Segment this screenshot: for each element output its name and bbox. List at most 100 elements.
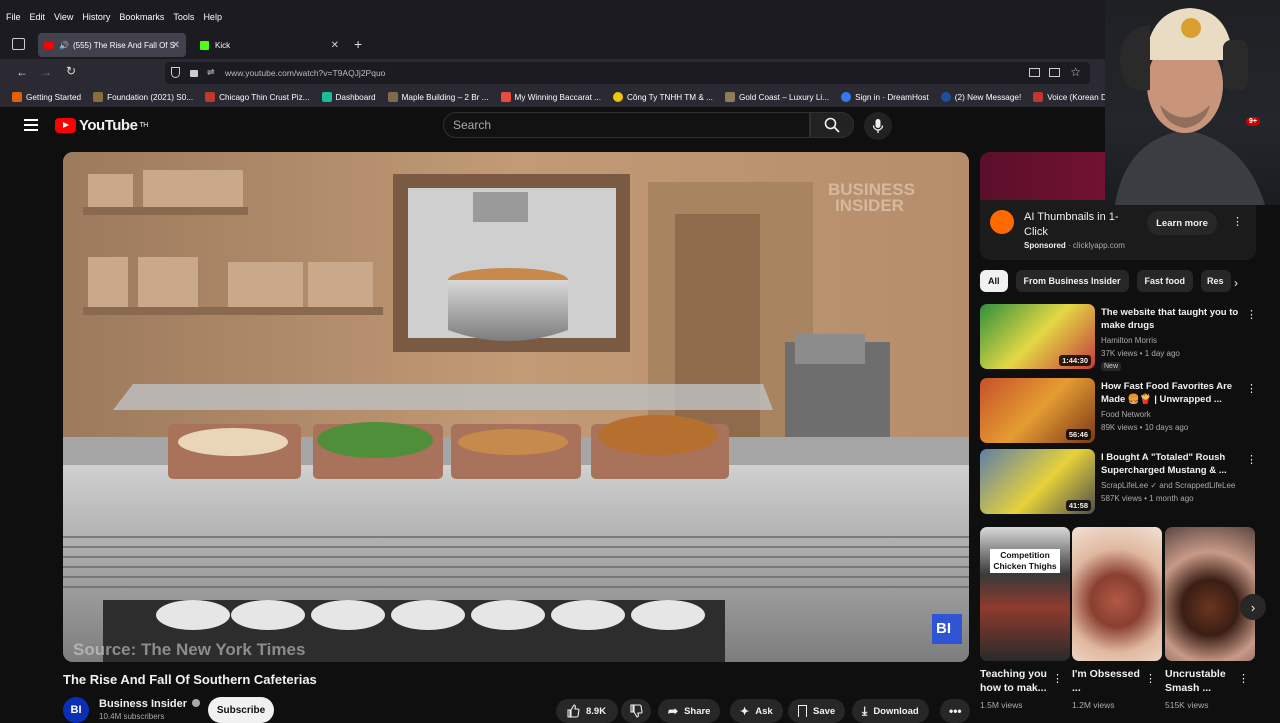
menu-history[interactable]: History (82, 12, 110, 22)
search-input[interactable]: Search (443, 112, 810, 138)
webcam-overlay: 9+ (1105, 0, 1280, 205)
url-text[interactable]: www.youtube.com/watch?v=T9AQJj2Pquo (225, 68, 385, 78)
bookmark-item[interactable]: (2) New Message! (940, 92, 1021, 102)
bookmark-item[interactable]: My Winning Baccarat ... (500, 92, 601, 102)
more-vertical-icon[interactable]: ⋮ (1145, 672, 1156, 685)
share-button[interactable]: ➦ Share (658, 699, 721, 723)
bookmark-item[interactable]: Công Ty TNHH TM & ... (612, 92, 713, 102)
sneeze-guard (113, 384, 773, 410)
video-thumbnail[interactable]: 1:44:30 (980, 304, 1095, 369)
like-button[interactable]: 8.9K (556, 699, 618, 723)
logo-text: YouTube (79, 117, 138, 134)
bookmark-item[interactable]: Getting Started (12, 92, 81, 102)
more-vertical-icon[interactable]: ⋮ (1246, 453, 1257, 466)
recommendation-channel[interactable]: ScrapLifeLee ✓ and ScrappedLifeLee (1101, 481, 1235, 490)
short-thumbnail[interactable] (1165, 527, 1255, 661)
screenshot-icon[interactable] (1049, 68, 1060, 77)
short-title[interactable]: I'm Obsessed ... (1072, 667, 1144, 695)
ad-domain: clicklyapp.com (1072, 241, 1125, 250)
more-actions-button[interactable]: ••• (940, 699, 970, 723)
tab-bar: 🔊 (555) The Rise And Fall Of S ✕ Kick ✕ … (0, 33, 1280, 59)
close-icon[interactable]: ✕ (172, 40, 180, 51)
short-views: 1.2M views (1072, 700, 1115, 710)
recommendation-channel[interactable]: Food Network (1101, 410, 1151, 419)
video-player[interactable]: BUSINESS INSIDER Source: The New York Ti… (63, 152, 969, 662)
menu-help[interactable]: Help (203, 12, 222, 22)
reader-icon[interactable] (1029, 68, 1040, 77)
short-thumbnail[interactable] (1072, 527, 1162, 661)
channel-avatar[interactable]: BI (63, 697, 89, 723)
pot (448, 280, 568, 341)
menu-tools[interactable]: Tools (173, 12, 194, 22)
bookmark-item[interactable]: Foundation (2021) S0... (93, 92, 193, 102)
url-bar[interactable]: ⇌ www.youtube.com/watch?v=T9AQJj2Pquo ☆ (165, 62, 1090, 84)
back-icon[interactable]: ← (16, 65, 28, 79)
more-vertical-icon[interactable]: ⋮ (1246, 382, 1257, 395)
more-vertical-icon[interactable]: ⋮ (1052, 672, 1063, 685)
tab-list-icon[interactable] (12, 38, 25, 50)
star-icon[interactable]: ☆ (1070, 65, 1081, 79)
chip-all[interactable]: All (980, 270, 1008, 292)
tab-kick[interactable]: Kick ✕ (197, 33, 345, 57)
bookmark-item[interactable]: Chicago Thin Crust Piz... (205, 92, 310, 102)
save-button[interactable]: Save (788, 699, 846, 723)
chip-recent[interactable]: Res (1201, 270, 1232, 292)
permissions-icon[interactable]: ⇌ (207, 67, 215, 78)
shorts-next-button[interactable]: › (1240, 594, 1266, 620)
lock-icon[interactable] (190, 70, 198, 77)
menu-file[interactable]: File (6, 12, 21, 22)
menu-icon[interactable] (24, 119, 38, 131)
chip-fast-food[interactable]: Fast food (1136, 270, 1194, 292)
recommendation-item[interactable]: 41:58 I Bought A "Totaled" Roush Superch… (980, 449, 1270, 515)
youtube-logo[interactable]: YouTube TH (55, 117, 148, 134)
source-caption: Source: The New York Times (73, 640, 306, 659)
bookmark-item[interactable]: Maple Building – 2 Br ... (387, 92, 489, 102)
reload-icon[interactable]: ↻ (66, 64, 76, 78)
download-button[interactable]: ⤓ Download (852, 699, 929, 723)
video-thumbnail[interactable]: 41:58 (980, 449, 1095, 514)
more-vertical-icon[interactable]: ⋮ (1246, 308, 1257, 321)
menu-bookmarks[interactable]: Bookmarks (119, 12, 164, 22)
duration-badge: 56:46 (1065, 429, 1091, 440)
bookmark-label: Maple Building – 2 Br ... (401, 92, 489, 102)
bookmark-item[interactable]: Dashboard (321, 92, 376, 102)
recommendation-title[interactable]: The website that taught you to make drug… (1101, 306, 1253, 332)
short-thumbnail[interactable]: Competition Chicken Thighs (980, 527, 1070, 661)
shield-icon[interactable] (171, 67, 180, 78)
recommendation-title[interactable]: How Fast Food Favorites Are Made 🍔🍟 | Un… (1101, 380, 1253, 406)
short-title[interactable]: Teaching you how to mak... (980, 667, 1052, 695)
short-title[interactable]: Uncrustable Smash ... (1165, 667, 1237, 695)
youtube-header: YouTube TH Search (0, 107, 1280, 147)
video-thumbnail[interactable]: 56:46 (980, 378, 1095, 443)
speaker-icon[interactable]: 🔊 (59, 41, 69, 50)
close-icon[interactable]: ✕ (331, 40, 339, 51)
channel-name[interactable]: Business Insider (99, 698, 201, 710)
menu-edit[interactable]: Edit (30, 12, 46, 22)
voice-search-button[interactable] (864, 112, 892, 140)
more-vertical-icon[interactable]: ⋮ (1238, 672, 1249, 685)
bookmark-item[interactable]: Gold Coast – Luxury Li... (724, 92, 829, 102)
shelf-left (83, 207, 248, 215)
more-vertical-icon[interactable]: ⋮ (1232, 215, 1243, 228)
dislike-button[interactable] (621, 699, 651, 723)
chip-from-business-insider[interactable]: From Business Insider (1015, 270, 1129, 292)
ask-button[interactable]: ✦ Ask (730, 699, 783, 723)
recommendation-meta: 89K views • 10 days ago (1101, 423, 1189, 432)
subscribe-button[interactable]: Subscribe (208, 697, 274, 723)
search-button[interactable] (810, 112, 854, 138)
bookmark-item[interactable]: Sign in · DreamHost (841, 92, 929, 102)
recommendation-title[interactable]: I Bought A "Totaled" Roush Supercharged … (1101, 451, 1253, 477)
bookmark-favicon-icon (321, 92, 332, 102)
menu-view[interactable]: View (54, 12, 73, 22)
recommendation-channel[interactable]: Hamilton Morris (1101, 336, 1157, 345)
thumbs-down-icon (630, 704, 643, 718)
tab-youtube[interactable]: 🔊 (555) The Rise And Fall Of S ✕ (38, 33, 186, 57)
forward-icon[interactable]: → (40, 65, 52, 79)
short-views: 1.5M views (980, 700, 1023, 710)
chevron-right-icon[interactable]: › (1234, 276, 1238, 290)
recommendation-item[interactable]: 1:44:30 The website that taught you to m… (980, 304, 1270, 371)
recommendation-item[interactable]: 56:46 How Fast Food Favorites Are Made 🍔… (980, 378, 1270, 444)
new-tab-icon[interactable]: + (354, 36, 362, 52)
learn-more-button[interactable]: Learn more (1147, 211, 1217, 235)
notification-badge[interactable]: 9+ (1246, 117, 1260, 126)
